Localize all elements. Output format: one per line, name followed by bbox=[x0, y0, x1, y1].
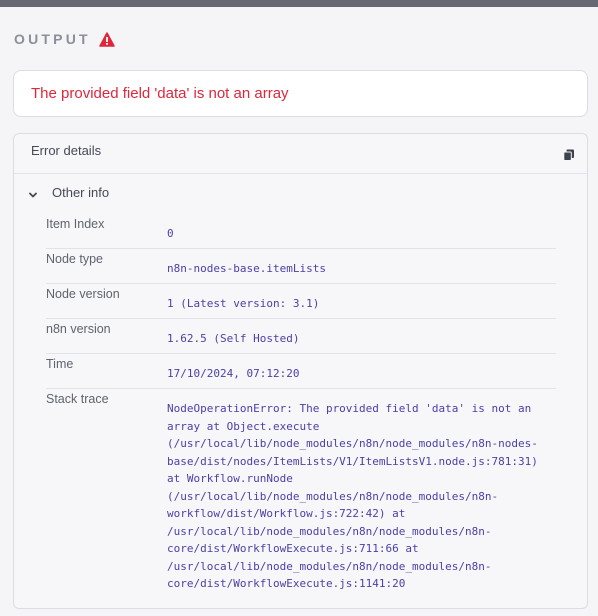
top-bar bbox=[0, 0, 598, 7]
detail-key: n8n version bbox=[46, 322, 111, 336]
detail-row-item-index: Item Index 0 bbox=[46, 214, 556, 249]
error-details-card: Error details Other info Item Index 0 No… bbox=[13, 133, 588, 609]
detail-value: n8n-nodes-base.itemLists bbox=[167, 262, 326, 275]
detail-row-n8n-version: n8n version 1.62.5 (Self Hosted) bbox=[46, 319, 556, 354]
error-details-rows: Item Index 0 Node type n8n-nodes-base.it… bbox=[46, 214, 556, 593]
chevron-down-icon bbox=[28, 187, 38, 198]
detail-key: Node type bbox=[46, 252, 103, 266]
output-label: OUTPUT bbox=[14, 31, 91, 47]
detail-row-time: Time 17/10/2024, 07:12:20 bbox=[46, 354, 556, 389]
output-header: OUTPUT bbox=[14, 30, 115, 48]
error-details-title: Error details bbox=[31, 143, 102, 158]
copy-icon[interactable] bbox=[563, 148, 575, 161]
detail-value: 0 bbox=[167, 227, 174, 240]
detail-key: Item Index bbox=[46, 217, 105, 231]
detail-row-stack-trace: Stack trace NodeOperationError: The prov… bbox=[46, 389, 556, 593]
detail-value: NodeOperationError: The provided field '… bbox=[167, 402, 538, 590]
error-message-box: The provided field 'data' is not an arra… bbox=[13, 70, 588, 117]
other-info-toggle[interactable]: Other info bbox=[28, 184, 109, 200]
detail-value: 17/10/2024, 07:12:20 bbox=[167, 367, 300, 380]
error-message: The provided field 'data' is not an arra… bbox=[31, 85, 289, 102]
detail-key: Node version bbox=[46, 287, 120, 301]
warning-triangle-icon bbox=[99, 31, 115, 47]
error-details-header: Error details bbox=[14, 134, 587, 174]
detail-value: 1.62.5 (Self Hosted) bbox=[167, 332, 300, 345]
detail-row-node-version: Node version 1 (Latest version: 3.1) bbox=[46, 284, 556, 319]
other-info-label: Other info bbox=[52, 184, 110, 200]
detail-value: 1 (Latest version: 3.1) bbox=[167, 297, 320, 310]
detail-row-node-type: Node type n8n-nodes-base.itemLists bbox=[46, 249, 556, 284]
detail-key: Time bbox=[46, 357, 74, 371]
detail-key: Stack trace bbox=[46, 392, 109, 406]
